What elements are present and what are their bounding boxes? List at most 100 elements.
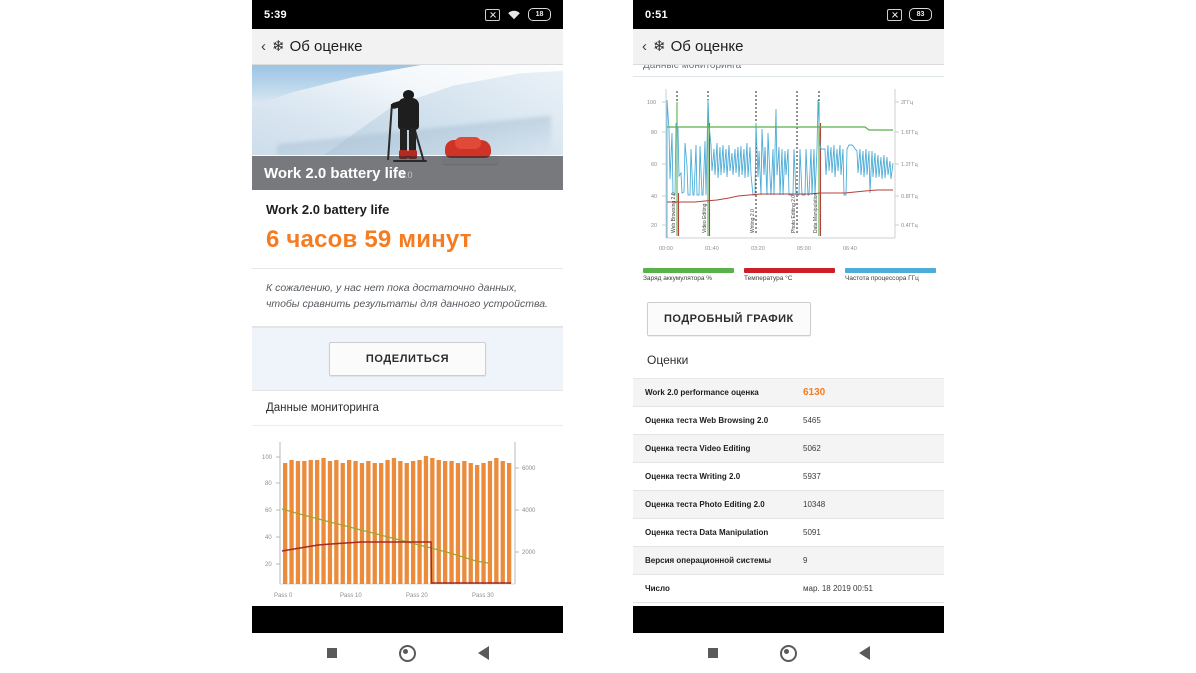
- sim-no-signal-icon: [485, 8, 500, 21]
- battery-icon: 83: [909, 8, 932, 21]
- svg-text:0.4ГГц: 0.4ГГц: [901, 223, 919, 229]
- legend-swatch-battery: [643, 268, 734, 273]
- svg-text:01:40: 01:40: [705, 246, 719, 252]
- skier-leg-left: [399, 128, 407, 152]
- table-row: Оценка теста Data Manipulation 5091: [633, 519, 944, 547]
- table-row: Оценка теста Writing 2.0 5937: [633, 463, 944, 491]
- red-duffel-bag-top: [454, 137, 481, 149]
- back-chevron-icon[interactable]: ‹: [261, 39, 266, 54]
- status-icons: 18: [485, 8, 551, 21]
- svg-text:1.6ГГц: 1.6ГГц: [901, 130, 919, 136]
- svg-text:Pass 0: Pass 0: [274, 593, 293, 599]
- score-label: Work 2.0 performance оценка: [645, 388, 759, 397]
- detail-chart-button-wrap: ПОДРОБНЫЙ ГРАФИК: [633, 290, 944, 340]
- screenshot-stage: 5:39 18 ‹ ❄ Об оценке Work 2.0 battery l…: [0, 0, 1196, 673]
- app-bar-left: ‹ ❄ Об оценке: [252, 29, 563, 65]
- legend-swatch-temperature: [744, 268, 835, 273]
- square-recents-icon[interactable]: [326, 648, 337, 658]
- legend-item-cpu: Частота процессора ГГц: [845, 268, 936, 282]
- score-value: 6130: [803, 387, 826, 398]
- phone-right-screen: 0:51 83 ‹ ❄ Об оценке Данные мониторинга: [633, 0, 944, 633]
- legend-swatch-cpu: [845, 268, 936, 273]
- score-value: 10348: [803, 500, 826, 509]
- svg-text:06:40: 06:40: [843, 246, 857, 252]
- app-bar-title: Об оценке: [289, 38, 363, 55]
- svg-text:20: 20: [651, 223, 657, 229]
- left-monitoring-chart: 100 80 60 40 20 6000 4000 2000 Pass 0 Pa…: [252, 425, 563, 615]
- right-chart-svg: 100 80 60 40 20 2ГГц 1.6ГГц 1.2ГГц 0.8ГГ…: [647, 89, 919, 252]
- status-bar-left: 5:39 18: [252, 0, 563, 29]
- score-value: 5465: [803, 416, 821, 425]
- score-label: Оценка теста Web Browsing 2.0: [645, 416, 769, 425]
- left-bottom-black-area: [252, 606, 563, 633]
- note-text: К сожалению, у нас нет пока достаточно д…: [266, 282, 548, 311]
- score-label: Оценка теста Writing 2.0: [645, 472, 741, 481]
- svg-text:Pass 10: Pass 10: [340, 593, 362, 599]
- app-bar-right: ‹ ❄ Об оценке: [633, 29, 944, 65]
- wifi-icon: [507, 9, 521, 20]
- svg-text:60: 60: [651, 162, 657, 168]
- hero-image: Work 2.0 battery life 2.0: [252, 65, 563, 190]
- cpu-frequency-line: [666, 99, 894, 238]
- share-block: ПОДЕЛИТЬСЯ: [252, 326, 563, 390]
- svg-text:05:00: 05:00: [797, 246, 811, 252]
- table-row: Оценка теста Web Browsing 2.0 5465: [633, 407, 944, 435]
- svg-text:40: 40: [651, 194, 657, 200]
- svg-text:Photo Editing 2.0: Photo Editing 2.0: [791, 195, 797, 233]
- score-label: Оценка теста Data Manipulation: [645, 528, 769, 537]
- svg-text:60: 60: [265, 508, 272, 514]
- score-value: 5091: [803, 528, 821, 537]
- svg-text:2ГГц: 2ГГц: [901, 100, 914, 106]
- svg-text:80: 80: [265, 481, 272, 487]
- hero-overlay-sub: 2.0: [400, 170, 413, 180]
- triangle-back-icon[interactable]: [477, 646, 489, 660]
- score-value: 5937: [803, 472, 821, 481]
- svg-text:2000: 2000: [522, 550, 536, 556]
- left-chart-svg: 100 80 60 40 20 6000 4000 2000 Pass 0 Pa…: [262, 441, 536, 599]
- left-content-scroll[interactable]: Work 2.0 battery life 2.0 Work 2.0 batte…: [252, 65, 563, 633]
- table-row: Work 2.0 performance оценка 6130: [633, 379, 944, 407]
- legend-label-battery: Заряд аккумулятора %: [643, 275, 713, 282]
- circle-home-icon[interactable]: [398, 644, 416, 662]
- right-bottom-black-area: [633, 606, 944, 633]
- battery-level: 18: [535, 11, 544, 18]
- score-value: мар. 18 2019 00:51: [803, 584, 874, 593]
- table-row: Оценка теста Photo Editing 2.0 10348: [633, 491, 944, 519]
- score-value: 5062: [803, 444, 821, 453]
- legend-label-temperature: Температура °C: [744, 275, 793, 282]
- svg-text:Pass 20: Pass 20: [406, 593, 428, 599]
- svg-text:100: 100: [262, 455, 273, 461]
- svg-text:Writing 2.0: Writing 2.0: [750, 209, 756, 233]
- svg-text:03:20: 03:20: [751, 246, 765, 252]
- circle-home-icon[interactable]: [779, 644, 797, 662]
- score-label: Оценка теста Photo Editing 2.0: [645, 500, 765, 509]
- detail-chart-button[interactable]: ПОДРОБНЫЙ ГРАФИК: [647, 302, 811, 336]
- snowflake-icon: ❄: [653, 38, 666, 55]
- score-bars: [283, 455, 512, 584]
- triangle-back-icon[interactable]: [858, 646, 870, 660]
- back-chevron-icon[interactable]: ‹: [642, 39, 647, 54]
- svg-text:1.2ГГц: 1.2ГГц: [901, 162, 919, 168]
- svg-text:00:00: 00:00: [659, 246, 673, 252]
- hero-overlay-title: Work 2.0 battery life: [264, 165, 407, 182]
- status-time: 5:39: [264, 8, 287, 21]
- table-row: Число мар. 18 2019 00:51: [633, 575, 944, 603]
- right-chart-legend: Заряд аккумулятора % Температура °C Част…: [633, 264, 944, 290]
- monitoring-section-header: Данные мониторинга: [252, 389, 563, 426]
- legend-item-temperature: Температура °C: [744, 268, 835, 282]
- android-nav-bar-right: [633, 633, 944, 673]
- svg-text:6000: 6000: [522, 466, 536, 472]
- android-nav-bar-left: [252, 633, 563, 673]
- table-row: Оценка теста Video Editing 5062: [633, 435, 944, 463]
- right-content-scroll[interactable]: Данные мониторинга 100 80 60 40 20 2ГГц …: [633, 65, 944, 633]
- score-label: Версия операционной системы: [645, 556, 772, 565]
- share-button[interactable]: ПОДЕЛИТЬСЯ: [329, 341, 486, 376]
- app-bar-title: Об оценке: [670, 38, 744, 55]
- result-title: Work 2.0 battery life: [266, 202, 390, 217]
- sim-no-signal-icon: [887, 8, 902, 21]
- square-recents-icon[interactable]: [707, 648, 718, 658]
- scores-table: Work 2.0 performance оценка 6130 Оценка …: [633, 379, 944, 603]
- battery-level: 83: [916, 11, 925, 18]
- battery-icon: 18: [528, 8, 551, 21]
- result-value: 6 часов 59 минут: [266, 226, 472, 253]
